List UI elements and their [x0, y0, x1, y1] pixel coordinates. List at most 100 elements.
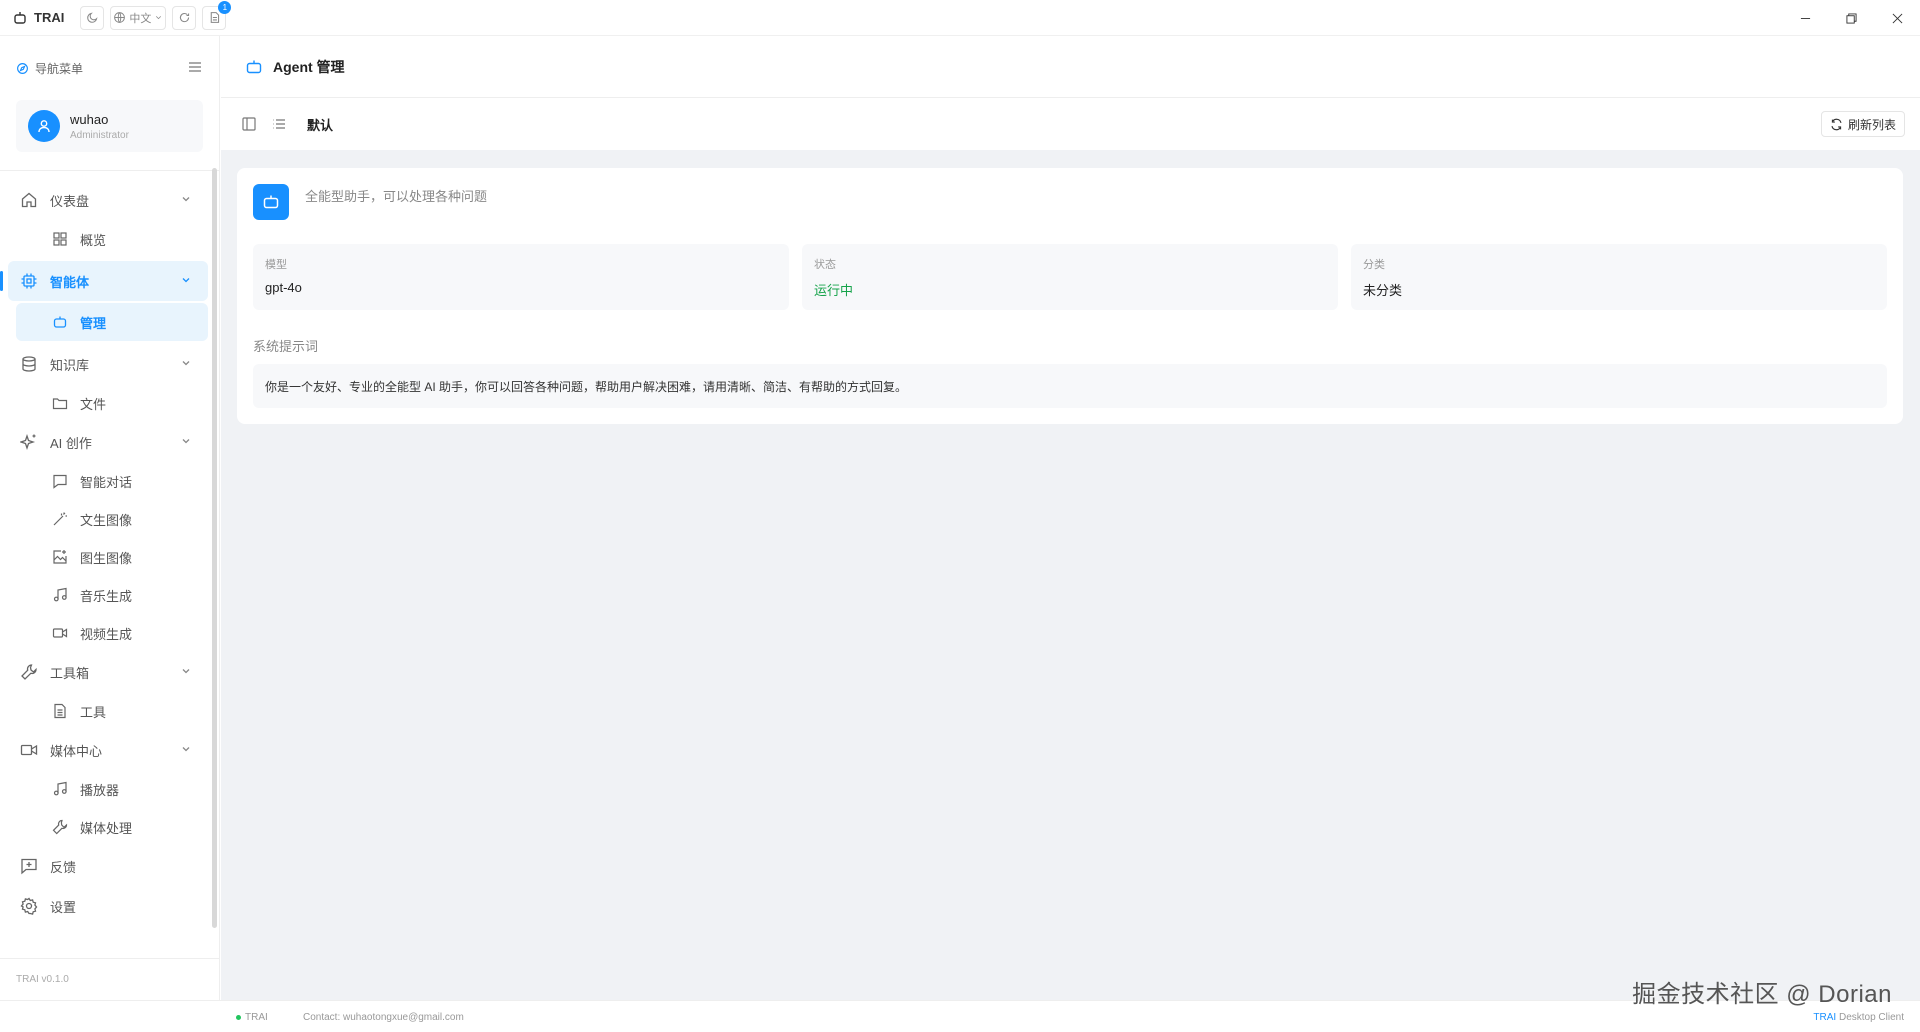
nav-item-label: 图生图像	[80, 550, 133, 566]
nav-group-ai-create[interactable]: AI 创作	[0, 422, 220, 462]
list-icon	[273, 119, 285, 129]
close-button[interactable]	[1874, 0, 1920, 36]
toolbar: 默认 刷新列表	[221, 98, 1920, 150]
nav-group-label: AI 创作	[50, 435, 92, 451]
database-icon	[22, 356, 36, 372]
app-logo: TRAI	[12, 10, 64, 26]
image-plus-icon	[53, 550, 67, 564]
language-select[interactable]: 中文	[110, 5, 167, 30]
moon-icon	[87, 12, 98, 23]
chevron-down-icon	[182, 669, 190, 674]
nav-group-label: 仪表盘	[50, 193, 90, 209]
user-role: Administrator	[70, 129, 129, 141]
nav-item-tools[interactable]: 工具	[0, 692, 220, 730]
system-prompt-value: 你是一个友好、专业的全能型 AI 助手，你可以回答各种问题，帮助用户解决困难，请…	[253, 364, 1887, 408]
minimize-icon	[1800, 17, 1810, 19]
minimize-button[interactable]	[1782, 0, 1828, 36]
nav-item-overview[interactable]: 概览	[0, 220, 220, 258]
nav-group-agents[interactable]: 智能体	[0, 261, 208, 301]
robot-icon	[53, 316, 67, 328]
status-app: TRAI	[236, 1012, 268, 1023]
nav-menu: 仪表盘 概览 智能体 管理 知识库 文件 AI 创作 智能对话 文生图像 图生图…	[0, 172, 220, 916]
category-value: 未分类	[1363, 283, 1403, 298]
gear-icon	[20, 897, 38, 915]
list-view-button[interactable]	[271, 116, 287, 132]
nav-group-label: 工具箱	[50, 665, 90, 681]
nav-group-label: 反馈	[50, 859, 77, 875]
nav-group-media[interactable]: 媒体中心	[0, 730, 220, 770]
online-dot-icon	[236, 1015, 241, 1020]
nav-item-feedback[interactable]: 反馈	[0, 846, 220, 886]
nav-group-label: 知识库	[50, 357, 90, 373]
refresh-icon	[1831, 118, 1842, 130]
notifications-button[interactable]: 1	[202, 0, 232, 30]
nav-item-files[interactable]: 文件	[0, 384, 220, 422]
robot-logo-icon	[14, 11, 26, 24]
chevron-down-icon	[182, 278, 190, 283]
model-info: 模型 gpt-4o	[253, 244, 789, 310]
nav-item-chat[interactable]: 智能对话	[0, 462, 220, 500]
nav-divider	[0, 170, 219, 171]
robot-icon	[246, 60, 262, 73]
home-icon	[21, 192, 37, 208]
message-icon	[53, 474, 67, 489]
nav-group-toolbox[interactable]: 工具箱	[0, 652, 220, 692]
page-title: Agent 管理	[273, 58, 345, 75]
nav-item-img2img[interactable]: 图生图像	[0, 538, 220, 576]
nav-item-label: 概览	[80, 232, 107, 248]
nav-group-knowledge[interactable]: 知识库	[0, 344, 220, 384]
agent-card[interactable]: 全能型助手，可以处理各种问题 模型 gpt-4o 状态 运行中 分类 未分类 系…	[237, 168, 1903, 424]
refresh-icon	[179, 12, 189, 23]
nav-group-dashboard[interactable]: 仪表盘	[0, 180, 220, 220]
chevron-down-icon	[156, 16, 162, 20]
chevron-down-icon	[182, 361, 190, 366]
model-label: 模型	[265, 259, 287, 271]
tab-default[interactable]: 默认	[307, 115, 333, 134]
music-note-icon	[53, 781, 67, 796]
nav-item-label: 视频生成	[80, 626, 133, 642]
model-value: gpt-4o	[265, 280, 302, 295]
active-indicator	[0, 271, 3, 291]
nav-item-player[interactable]: 播放器	[0, 770, 220, 808]
hamburger-icon	[189, 61, 201, 72]
client-text: Desktop Client	[1836, 1012, 1904, 1023]
theme-toggle-button[interactable]	[80, 5, 105, 30]
nav-item-music[interactable]: 音乐生成	[0, 576, 220, 614]
status-app-name: TRAI	[245, 1012, 268, 1023]
user-icon	[38, 120, 50, 133]
user-name: wuhao	[70, 111, 109, 127]
nav-item-label: 文生图像	[80, 512, 133, 528]
nav-group-label: 媒体中心	[50, 743, 103, 759]
sidebar-toggle-button[interactable]	[241, 116, 257, 132]
nav-group-label: 智能体	[50, 274, 90, 290]
nav-item-text2img[interactable]: 文生图像	[0, 500, 220, 538]
close-icon	[1892, 13, 1902, 23]
sidebar-scrollbar[interactable]	[212, 168, 217, 928]
watermark: 掘金技术社区 @ Dorian	[1632, 981, 1892, 1008]
file-text-icon	[54, 703, 66, 719]
chevron-down-icon	[182, 439, 190, 444]
nav-item-label: 管理	[80, 315, 107, 331]
sparkles-icon	[20, 433, 36, 451]
nav-item-label: 工具	[80, 704, 107, 720]
sidebar: 导航菜单 wuhao Administrator 仪表盘 概览 智能体 管理 知…	[0, 36, 220, 1000]
restore-button[interactable]	[1828, 0, 1874, 36]
restore-icon	[1845, 12, 1857, 24]
nav-item-video[interactable]: 视频生成	[0, 614, 220, 652]
user-card[interactable]: wuhao Administrator	[16, 100, 203, 152]
nav-item-settings[interactable]: 设置	[0, 886, 220, 916]
category-info: 分类 未分类	[1351, 244, 1887, 310]
nav-item-processing[interactable]: 媒体处理	[0, 808, 220, 846]
refresh-list-button[interactable]: 刷新列表	[1820, 111, 1905, 137]
nav-item-label: 媒体处理	[80, 820, 133, 836]
nav-header: 导航菜单	[0, 36, 219, 100]
chevron-down-icon	[182, 747, 190, 752]
nav-item-label: 文件	[80, 396, 107, 412]
menu-toggle-button[interactable]	[187, 59, 203, 78]
nav-title: 导航菜单	[35, 61, 84, 76]
nav-item-manage[interactable]: 管理	[16, 303, 208, 341]
panel-left-icon	[242, 117, 256, 131]
robot-icon	[263, 195, 279, 209]
compass-icon	[17, 62, 28, 74]
reload-button[interactable]	[172, 5, 197, 30]
